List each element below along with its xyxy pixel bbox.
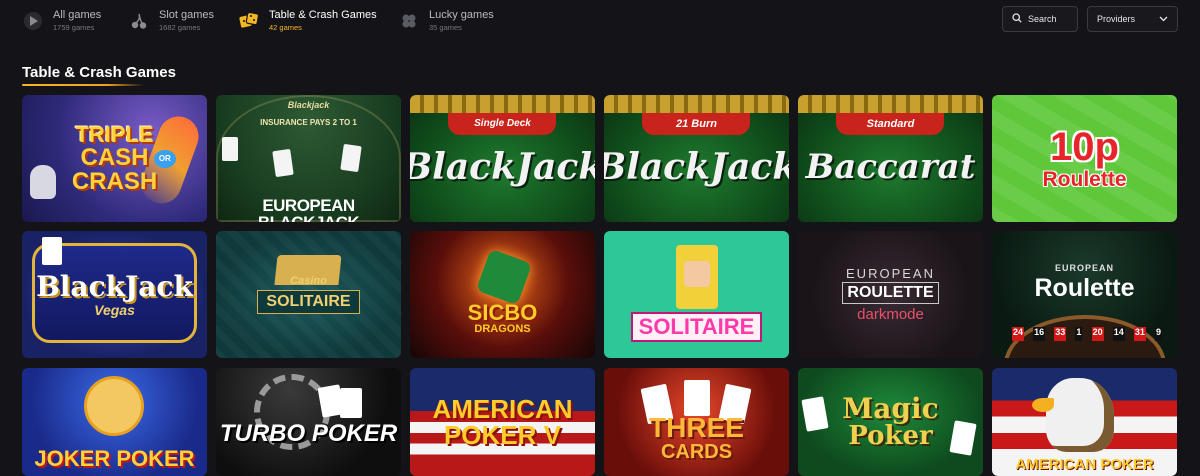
- game-card-european-blackjack[interactable]: Blackjack INSURANCE PAYS 2 TO 1 EUROPEAN…: [216, 95, 401, 222]
- game-title-line: EUROPEAN: [1054, 263, 1114, 273]
- section-title-underline: [22, 84, 144, 86]
- roulette-numbers: 24 16 33 1 20 14 31 9: [1012, 327, 1162, 341]
- game-title-line: AMERICAN: [432, 394, 573, 424]
- category-label: Table & Crash Games: [269, 9, 377, 22]
- game-title-line: ROULETTE: [842, 282, 939, 304]
- game-title: BlackJack: [410, 145, 595, 188]
- game-title-line: CASH: [80, 143, 149, 171]
- category-table-crash-games[interactable]: Table & Crash Games 42 games: [238, 6, 377, 36]
- search-button[interactable]: Search: [1002, 6, 1078, 32]
- game-title: TURBO POKER: [219, 420, 398, 447]
- providers-label: Providers: [1097, 14, 1136, 24]
- game-title: JOKER POKER: [34, 446, 195, 471]
- game-title-line: Roulette: [1034, 274, 1135, 302]
- category-count: 42 games: [269, 23, 302, 33]
- roulette-number: 24: [1012, 327, 1025, 341]
- game-card-joker-poker[interactable]: JOKER POKER: [22, 368, 207, 476]
- cherries-icon: [128, 10, 150, 32]
- category-nav: All games 1759 games Slot games 1682 games…: [0, 0, 1200, 40]
- section-title: Table & Crash Games: [22, 64, 176, 81]
- roulette-number: 31: [1133, 327, 1146, 341]
- game-card-european-roulette-darkmode[interactable]: EUROPEAN ROULETTE darkmode: [798, 231, 983, 358]
- dice-icon: [238, 10, 260, 32]
- game-title-line: BlackJack: [36, 269, 193, 303]
- game-table-text: INSURANCE PAYS 2 TO 1: [260, 118, 357, 127]
- game-title-line: CARDS: [660, 441, 733, 463]
- game-title-line: DRAGONS: [474, 323, 531, 335]
- game-card-10p-roulette[interactable]: 10p Roulette: [992, 95, 1177, 222]
- game-title-line: EUROPEAN: [846, 266, 935, 281]
- roulette-number: 33: [1054, 327, 1067, 341]
- category-lucky-games[interactable]: Lucky games 35 games: [398, 6, 494, 36]
- game-card-american-poker-v[interactable]: AMERICAN POKER V: [410, 368, 595, 476]
- game-title: AMERICAN POKER: [1015, 456, 1154, 473]
- chevron-down-icon: [1159, 14, 1168, 24]
- game-card-american-poker[interactable]: AMERICAN POKER: [992, 368, 1177, 476]
- roulette-number: 1: [1075, 327, 1083, 341]
- game-card-turbo-poker[interactable]: TURBO POKER: [216, 368, 401, 476]
- game-card-european-roulette[interactable]: 24 16 33 1 20 14 31 9 EUROPEAN Roulette: [992, 231, 1177, 358]
- game-title-line: TRIPLE: [75, 121, 154, 147]
- game-card-casino-solitaire[interactable]: Casino SOLITAIRE: [216, 231, 401, 358]
- game-card-solitaire[interactable]: SOLITAIRE: [604, 231, 789, 358]
- game-subtitle: Single Deck: [474, 118, 531, 129]
- game-card-three-cards[interactable]: THREE CARDS: [604, 368, 789, 476]
- category-count: 1759 games: [53, 23, 95, 33]
- game-card-single-deck-blackjack[interactable]: Single Deck BlackJack: [410, 95, 595, 222]
- game-card-triple-cash-or-crash[interactable]: TRIPLE CASH CRASH OR: [22, 95, 207, 222]
- game-title-line: 10p: [1050, 125, 1119, 169]
- category-all-games[interactable]: All games 1759 games: [22, 6, 101, 36]
- game-title-line: darkmode: [857, 306, 924, 323]
- category-count: 35 games: [429, 23, 462, 33]
- game-title-line: Casino: [290, 274, 327, 287]
- game-title-line: SOLITAIRE: [257, 289, 360, 314]
- game-title-line: POKER V: [443, 420, 561, 450]
- game-subtitle: Standard: [866, 118, 915, 130]
- roulette-number: 9: [1154, 327, 1162, 341]
- game-subtitle: 21 Burn: [676, 118, 717, 130]
- category-label: Slot games: [159, 9, 215, 22]
- game-title: SOLITAIRE: [630, 311, 763, 342]
- game-card-sicbo-dragons[interactable]: SICBO DRAGONS: [410, 231, 595, 358]
- roulette-number: 16: [1033, 327, 1046, 341]
- game-title: BlackJack: [604, 145, 789, 188]
- game-title: Baccarat: [805, 146, 976, 187]
- game-title-line: Magic: [842, 392, 939, 425]
- roulette-number: 20: [1091, 327, 1104, 341]
- providers-dropdown[interactable]: Providers: [1087, 6, 1178, 32]
- game-title-line: THREE: [649, 412, 744, 443]
- game-card-magic-poker[interactable]: Magic Poker: [798, 368, 983, 476]
- category-count: 1682 games: [159, 23, 201, 33]
- search-icon: [1012, 13, 1022, 25]
- category-label: All games: [53, 9, 102, 22]
- game-title-line: CRASH: [71, 167, 158, 195]
- game-badge: OR: [153, 149, 176, 168]
- clover-icon: [398, 10, 420, 32]
- game-title-line: Roulette: [1042, 168, 1127, 191]
- category-slot-games[interactable]: Slot games 1682 games: [128, 6, 214, 36]
- roulette-number: 14: [1112, 327, 1125, 341]
- game-card-21-burn-blackjack[interactable]: 21 Burn BlackJack: [604, 95, 789, 222]
- play-icon: [22, 10, 44, 32]
- game-table-text: Blackjack: [287, 100, 330, 110]
- game-card-blackjack-vegas[interactable]: BlackJack Vegas: [22, 231, 207, 358]
- search-label: Search: [1028, 14, 1057, 24]
- game-title-line: Vegas: [94, 301, 135, 318]
- game-title-line: Poker: [848, 421, 933, 451]
- game-card-standard-baccarat[interactable]: Standard Baccarat: [798, 95, 983, 222]
- category-label: Lucky games: [429, 9, 494, 22]
- game-title-line: SICBO: [467, 300, 538, 325]
- game-title: EUROPEAN BLACKJACK: [258, 196, 360, 222]
